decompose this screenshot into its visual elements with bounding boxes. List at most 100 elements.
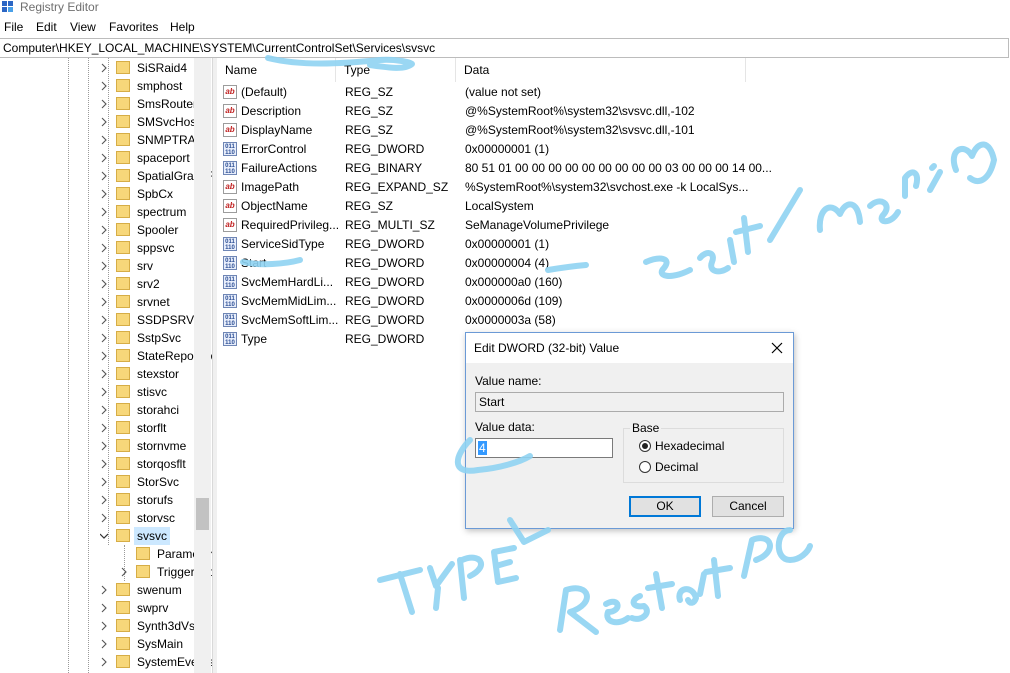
chevron-right-icon[interactable] <box>100 602 108 614</box>
chevron-right-icon[interactable] <box>100 134 108 146</box>
value-row[interactable]: ab RequiredPrivileg... REG_MULTI_SZ SeManag… <box>217 216 1010 235</box>
chevron-right-icon[interactable] <box>100 440 108 452</box>
tree-item[interactable]: StorSvc <box>0 473 194 491</box>
tree-item[interactable]: storvsc <box>0 509 194 527</box>
chevron-right-icon[interactable] <box>100 242 108 254</box>
value-data-input[interactable]: 4 <box>475 438 613 458</box>
value-row[interactable]: ab (Default) REG_SZ (value not set) <box>217 83 1010 102</box>
ok-button[interactable]: OK <box>629 496 701 517</box>
tree-item[interactable]: SSDPSRV <box>0 311 194 329</box>
decimal-radio[interactable] <box>639 461 651 473</box>
chevron-right-icon[interactable] <box>100 206 108 218</box>
close-icon[interactable] <box>770 341 784 355</box>
chevron-down-icon[interactable] <box>100 530 108 542</box>
chevron-right-icon[interactable] <box>120 566 128 578</box>
address-bar[interactable]: Computer\HKEY_LOCAL_MACHINE\SYSTEM\Curre… <box>0 38 1009 58</box>
chevron-right-icon[interactable] <box>100 188 108 200</box>
tree-item[interactable]: stexstor <box>0 365 194 383</box>
decimal-label[interactable]: Decimal <box>655 460 698 475</box>
value-row[interactable]: 011 110 SvcMemHardLi... REG_DWORD 0x000000a0… <box>217 273 1010 292</box>
chevron-right-icon[interactable] <box>100 620 108 632</box>
chevron-right-icon[interactable] <box>100 224 108 236</box>
tree-item[interactable]: storufs <box>0 491 194 509</box>
value-row[interactable]: ab DisplayName REG_SZ @%SystemRoot%\system3… <box>217 121 1010 140</box>
tree-item[interactable]: storflt <box>0 419 194 437</box>
chevron-right-icon[interactable] <box>100 422 108 434</box>
tree-item-label: swenum <box>137 583 182 597</box>
chevron-right-icon[interactable] <box>100 62 108 74</box>
tree-item[interactable]: Parameters <box>0 545 212 563</box>
hexadecimal-label[interactable]: Hexadecimal <box>655 439 724 454</box>
tree-item[interactable]: SNMPTRAP <box>0 131 204 149</box>
chevron-right-icon[interactable] <box>100 458 108 470</box>
chevron-right-icon[interactable] <box>100 80 108 92</box>
value-row[interactable]: ab Description REG_SZ @%SystemRoot%\system3… <box>217 102 1010 121</box>
value-row[interactable]: 011 110 Start REG_DWORD 0x00000004 (4) <box>217 254 1010 273</box>
chevron-right-icon[interactable] <box>100 332 108 344</box>
tree-item[interactable]: SiSRaid4 <box>0 59 194 77</box>
menu-help[interactable]: Help <box>170 20 195 35</box>
chevron-right-icon[interactable] <box>100 368 108 380</box>
tree-item[interactable]: srvnet <box>0 293 194 311</box>
chevron-right-icon[interactable] <box>100 512 108 524</box>
tree-item[interactable]: srv <box>0 257 194 275</box>
value-row[interactable]: 011 110 SvcMemSoftLim... REG_DWORD 0x0000003… <box>217 311 1010 330</box>
chevron-right-icon[interactable] <box>100 638 108 650</box>
tree-item[interactable]: TriggerInfo <box>0 563 212 581</box>
tree-item[interactable]: SpatialGraphFilter <box>0 167 212 185</box>
chevron-right-icon[interactable] <box>100 170 108 182</box>
tree-item[interactable]: swprv <box>0 599 194 617</box>
tree-item[interactable]: Spooler <box>0 221 194 239</box>
menu-file[interactable]: File <box>4 20 23 35</box>
chevron-right-icon[interactable] <box>100 476 108 488</box>
tree-item[interactable]: SystemEventsBroker <box>0 653 212 671</box>
chevron-right-icon[interactable] <box>100 404 108 416</box>
tree-item[interactable]: SysMain <box>0 635 194 653</box>
menu-edit[interactable]: Edit <box>36 20 57 35</box>
tree-scrollbar[interactable] <box>194 58 211 673</box>
tree-item[interactable]: storqosflt <box>0 455 194 473</box>
hexadecimal-radio[interactable] <box>639 440 651 452</box>
cancel-button[interactable]: Cancel <box>712 496 784 517</box>
tree-item[interactable]: smphost <box>0 77 194 95</box>
chevron-right-icon[interactable] <box>100 278 108 290</box>
tree-item[interactable]: spectrum <box>0 203 194 221</box>
value-row[interactable]: ab ObjectName REG_SZ LocalSystem <box>217 197 1010 216</box>
tree-item[interactable]: StateRepository <box>0 347 212 365</box>
chevron-right-icon[interactable] <box>100 494 108 506</box>
chevron-right-icon[interactable] <box>100 584 108 596</box>
chevron-right-icon[interactable] <box>100 152 108 164</box>
chevron-right-icon[interactable] <box>100 116 108 128</box>
tree-item[interactable]: storahci <box>0 401 194 419</box>
chevron-right-icon[interactable] <box>100 296 108 308</box>
value-row[interactable]: 011 110 ErrorControl REG_DWORD 0x00000001 (1… <box>217 140 1010 159</box>
menu-favorites[interactable]: Favorites <box>109 20 158 35</box>
menu-view[interactable]: View <box>70 20 96 35</box>
chevron-right-icon[interactable] <box>100 656 108 668</box>
tree-item[interactable]: SmsRouter <box>0 95 197 113</box>
tree-item[interactable]: stisvc <box>0 383 194 401</box>
tree-item[interactable]: sppsvc <box>0 239 194 257</box>
tree-item[interactable]: SpbCx <box>0 185 194 203</box>
chevron-right-icon[interactable] <box>100 260 108 272</box>
chevron-right-icon[interactable] <box>100 98 108 110</box>
column-header-type[interactable]: Type <box>336 58 456 82</box>
value-row[interactable]: 011 110 FailureActions REG_BINARY 80 51 01 0… <box>217 159 1010 178</box>
value-row[interactable]: ab ImagePath REG_EXPAND_SZ %SystemRoot%\sys… <box>217 178 1010 197</box>
chevron-right-icon[interactable] <box>100 314 108 326</box>
tree-item[interactable]: swenum <box>0 581 194 599</box>
tree-item[interactable]: svsvc <box>0 527 194 545</box>
chevron-right-icon[interactable] <box>100 350 108 362</box>
column-header-name[interactable]: Name <box>217 58 336 82</box>
value-row[interactable]: 011 110 SvcMemMidLim... REG_DWORD 0x0000006d… <box>217 292 1010 311</box>
chevron-right-icon[interactable] <box>100 386 108 398</box>
tree-item[interactable]: spaceport <box>0 149 194 167</box>
tree-item[interactable]: SstpSvc <box>0 329 194 347</box>
tree-item[interactable]: SMSvcHost <box>0 113 200 131</box>
column-header-data[interactable]: Data <box>456 58 746 82</box>
tree-item[interactable]: srv2 <box>0 275 194 293</box>
tree-scrollbar-thumb[interactable] <box>196 498 209 530</box>
tree-item[interactable]: Synth3dVsc <box>0 617 201 635</box>
value-row[interactable]: 011 110 ServiceSidType REG_DWORD 0x00000001 … <box>217 235 1010 254</box>
tree-item[interactable]: stornvme <box>0 437 194 455</box>
